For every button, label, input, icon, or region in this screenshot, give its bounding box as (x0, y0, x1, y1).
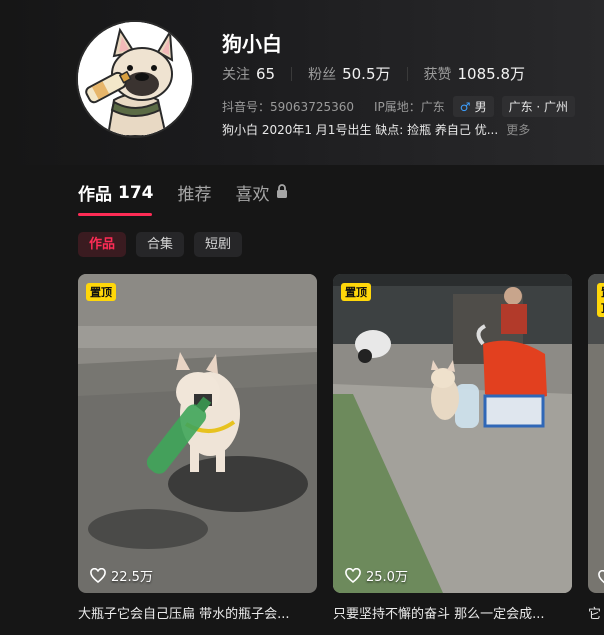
bulldog-avatar-icon (78, 22, 192, 136)
stat-value: 65 (256, 64, 276, 83)
tab-label: 推荐 (177, 185, 212, 205)
heart-icon (598, 570, 604, 584)
like-count-text: 25.0万 (366, 570, 408, 585)
ip-location: 广东 (420, 100, 445, 114)
video-card[interactable]: 置顶 22.5万 (78, 274, 317, 593)
like-count (598, 570, 604, 585)
region-badge: 广东 · 广州 (501, 96, 576, 117)
chip-works[interactable]: 作品 (78, 232, 127, 257)
video-thumbnail (588, 274, 604, 593)
profile-tabs: 作品 174 推荐 喜欢 (78, 180, 312, 205)
douyin-id: 59063725360 (270, 99, 354, 114)
heart-icon (90, 568, 106, 583)
gender-badge: ♂ 男 (452, 96, 494, 117)
stat-value: 1085.8万 (457, 65, 526, 83)
filter-chips: 作品 合集 短剧 (78, 232, 252, 257)
stat-label: 粉丝 (308, 67, 337, 83)
video-card[interactable]: 置顶 (588, 274, 604, 593)
ip-label: IP属地： (374, 100, 421, 114)
video-card[interactable]: 置顶 25.0万 (333, 274, 572, 593)
video-caption[interactable]: 大瓶子它会自己压扁 带水的瓶子会... (78, 603, 317, 622)
pinned-badge: 置顶 (341, 283, 371, 301)
douyin-id-label: 抖音号： (222, 100, 271, 114)
divider (406, 66, 408, 81)
gender-text: 男 (474, 100, 487, 114)
tab-label: 作品 (78, 185, 112, 205)
tab-label: 喜欢 (235, 185, 270, 205)
tab-likes[interactable]: 喜欢 (236, 180, 288, 205)
bio-more-link[interactable]: 更多 (506, 121, 530, 138)
stat-label: 关注 (222, 66, 250, 83)
active-tab-indicator (78, 213, 152, 216)
pinned-badge: 置顶 (86, 283, 116, 301)
male-icon: ♂ (459, 99, 471, 114)
profile-bio: 狗小白 2020年1 月1号出生 缺点: 捡瓶 养自己 优... 更多 (222, 121, 530, 138)
chip-short-drama[interactable]: 短剧 (194, 232, 243, 257)
heart-icon (345, 568, 361, 583)
like-count: 25.0万 (345, 566, 408, 585)
chip-collections[interactable]: 合集 (136, 232, 185, 257)
divider (291, 66, 293, 81)
video-thumbnail (78, 274, 317, 593)
tab-works[interactable]: 作品 174 (78, 180, 154, 206)
bio-text: 狗小白 2020年1 月1号出生 缺点: 捡瓶 养自己 优... (222, 123, 499, 137)
profile-stats: 关注 65 粉丝 50.5万 获赞 1085.8万 (222, 63, 525, 84)
video-caption[interactable]: 它 (588, 603, 604, 622)
profile-name: 狗小白 (222, 32, 282, 56)
like-count-text: 22.5万 (111, 570, 153, 585)
video-caption[interactable]: 只要坚持不懈的奋斗 那么一定会成... (333, 603, 572, 622)
stat-value: 50.5万 (342, 65, 391, 83)
pinned-badge: 置顶 (597, 283, 604, 317)
tab-count: 174 (118, 182, 154, 203)
profile-meta: 抖音号： 59063725360 IP属地： 广东 ♂ 男 广东 · 广州 (222, 96, 576, 117)
video-thumbnail (333, 274, 572, 593)
avatar[interactable] (78, 22, 192, 136)
stat-likes: 获赞 1085.8万 (424, 63, 526, 84)
stat-followers[interactable]: 粉丝 50.5万 (308, 63, 390, 84)
stat-label: 获赞 (423, 67, 452, 83)
lock-icon (276, 183, 288, 203)
like-count: 22.5万 (90, 566, 153, 585)
tab-recommend[interactable]: 推荐 (178, 180, 212, 205)
stat-following[interactable]: 关注 65 (222, 64, 275, 84)
